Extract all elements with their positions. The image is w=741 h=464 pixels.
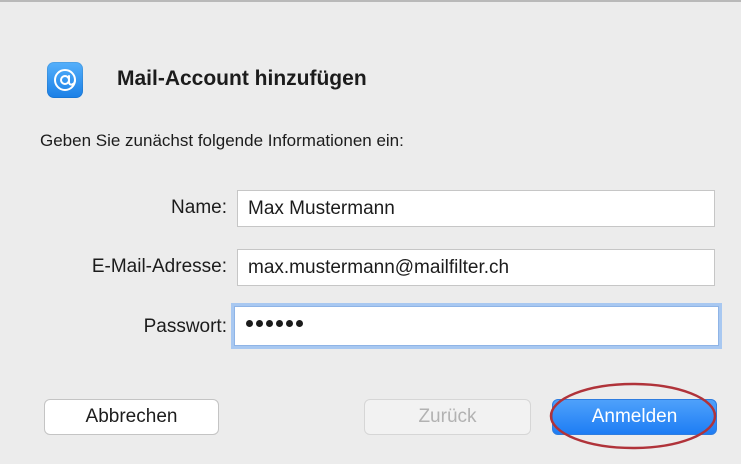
cancel-button[interactable]: Abbrechen <box>44 399 219 435</box>
mail-at-icon <box>47 62 83 98</box>
email-field[interactable] <box>237 249 715 286</box>
password-dot <box>266 319 273 327</box>
login-button[interactable]: Anmelden <box>552 399 717 435</box>
name-label: Name: <box>171 197 227 218</box>
password-dot <box>296 319 303 327</box>
name-field[interactable] <box>237 190 715 227</box>
add-mail-account-dialog <box>0 2 741 464</box>
password-mask <box>246 312 303 334</box>
password-dot <box>276 319 283 327</box>
dialog-instructions: Geben Sie zunächst folgende Informatione… <box>40 131 404 150</box>
back-button[interactable]: Zurück <box>364 399 531 435</box>
password-dot <box>286 319 293 327</box>
password-dot <box>256 319 263 327</box>
password-label: Passwort: <box>143 316 227 337</box>
email-label: E-Mail-Adresse: <box>91 256 227 277</box>
password-dot <box>246 319 253 327</box>
dialog-title: Mail-Account hinzufügen <box>117 67 367 90</box>
password-field[interactable] <box>234 306 719 346</box>
